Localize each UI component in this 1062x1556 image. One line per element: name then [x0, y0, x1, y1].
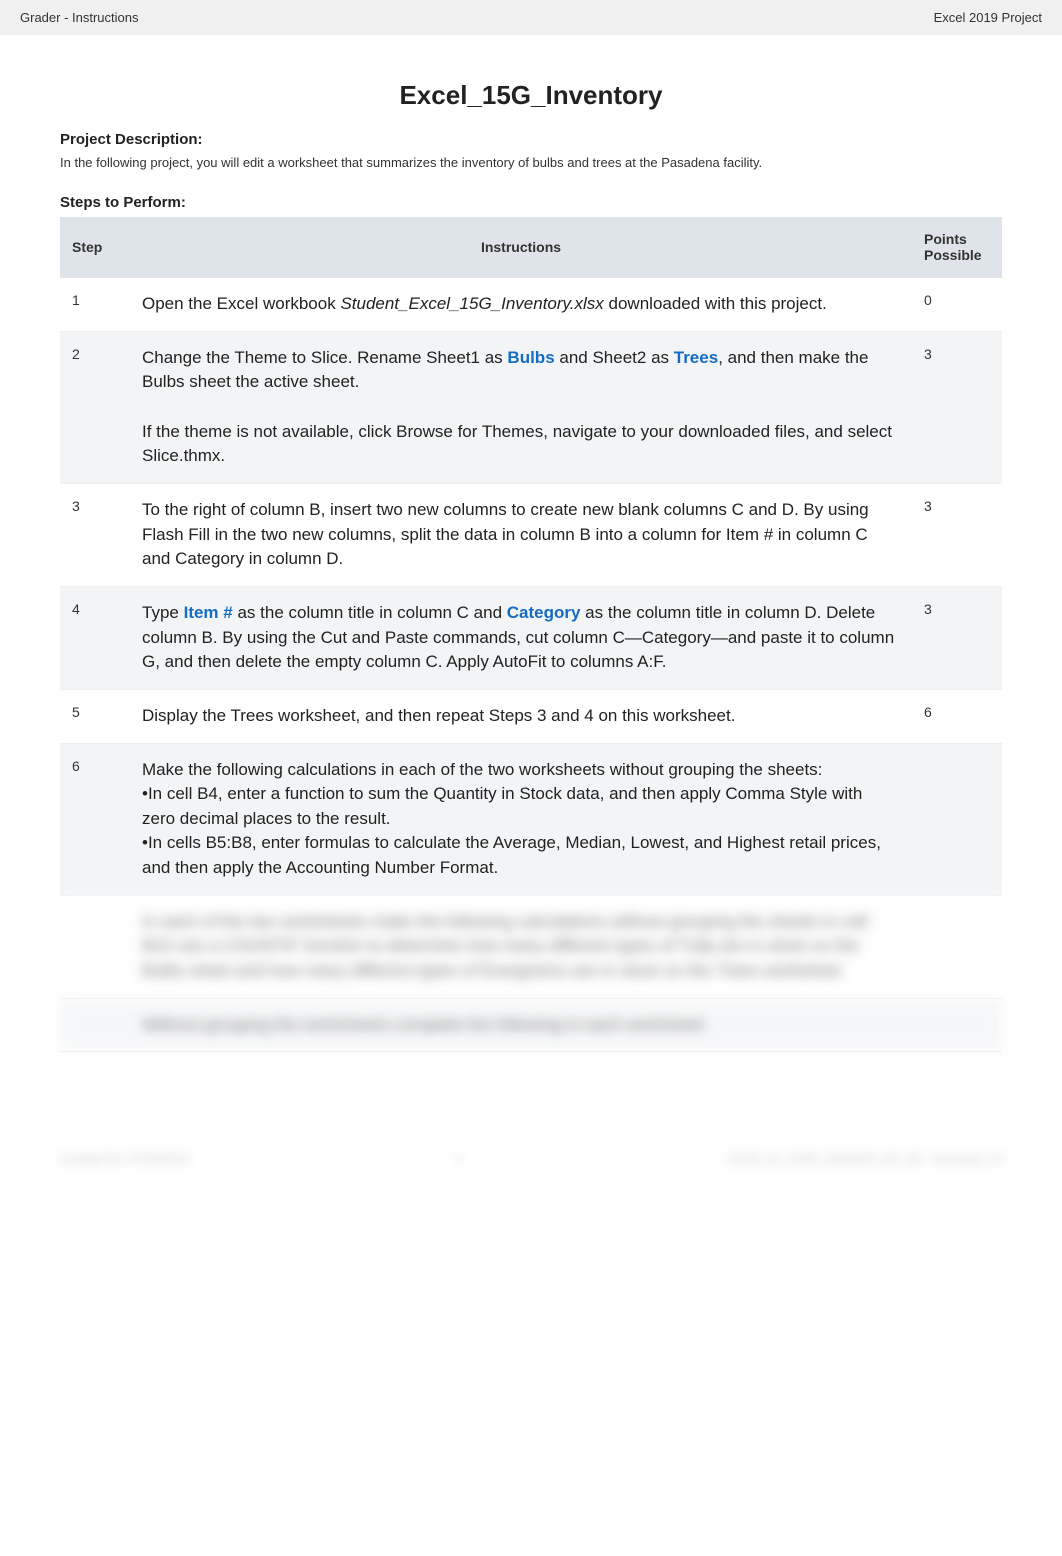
- step-points: [912, 998, 1002, 1052]
- col-header-instructions: Instructions: [130, 217, 912, 278]
- col-header-step: Step: [60, 217, 130, 278]
- project-description-text: In the following project, you will edit …: [60, 154, 1002, 172]
- document-title: Excel_15G_Inventory: [60, 80, 1002, 111]
- step-number: 5: [60, 689, 130, 743]
- step-points: 0: [912, 278, 1002, 332]
- document-content: Excel_15G_Inventory Project Description:…: [0, 35, 1062, 1092]
- table-body: 1Open the Excel workbook Student_Excel_1…: [60, 278, 1002, 1052]
- step-points: 6: [912, 689, 1002, 743]
- step-instructions: To the right of column B, insert two new…: [130, 484, 912, 587]
- step-number: 6: [60, 743, 130, 895]
- steps-to-perform-label: Steps to Perform:: [60, 194, 1002, 211]
- step-points: 3: [912, 331, 1002, 483]
- table-row: 3To the right of column B, insert two ne…: [60, 484, 1002, 587]
- step-number: 1: [60, 278, 130, 332]
- step-instructions: Make the following calculations in each …: [130, 743, 912, 895]
- step-instructions: Without grouping the worksheets complete…: [130, 998, 912, 1052]
- table-row: 2Change the Theme to Slice. Rename Sheet…: [60, 331, 1002, 483]
- table-row: 6Make the following calculations in each…: [60, 743, 1002, 895]
- step-number: [60, 998, 130, 1052]
- step-points: [912, 743, 1002, 895]
- document-footer: Created On: 07/05/2019 1 GO19_XL_CH05_GR…: [0, 1152, 1062, 1196]
- step-instructions: Display the Trees worksheet, and then re…: [130, 689, 912, 743]
- document-page: Grader - Instructions Excel 2019 Project…: [0, 0, 1062, 1556]
- table-row-blurred: In each of the two worksheets make the f…: [60, 895, 1002, 998]
- step-points: [912, 895, 1002, 998]
- step-number: [60, 895, 130, 998]
- document-header: Grader - Instructions Excel 2019 Project: [0, 0, 1062, 35]
- step-points: 3: [912, 484, 1002, 587]
- table-row: 4Type Item # as the column title in colu…: [60, 586, 1002, 689]
- footer-right: GO19_XL_CH05_GRADER_5G_AS - Inventory 1.…: [728, 1152, 1002, 1166]
- project-description-label: Project Description:: [60, 131, 1002, 148]
- step-number: 2: [60, 331, 130, 483]
- step-instructions: Open the Excel workbook Student_Excel_15…: [130, 278, 912, 332]
- footer-center: 1: [455, 1152, 462, 1166]
- header-right: Excel 2019 Project: [934, 10, 1042, 25]
- col-header-points: Points Possible: [912, 217, 1002, 278]
- step-number: 4: [60, 586, 130, 689]
- table-header: Step Instructions Points Possible: [60, 217, 1002, 278]
- step-points: 3: [912, 586, 1002, 689]
- step-instructions: Change the Theme to Slice. Rename Sheet1…: [130, 331, 912, 483]
- header-left: Grader - Instructions: [20, 10, 139, 25]
- table-row-blurred: Without grouping the worksheets complete…: [60, 998, 1002, 1052]
- step-number: 3: [60, 484, 130, 587]
- table-row: 1Open the Excel workbook Student_Excel_1…: [60, 278, 1002, 332]
- table-row: 5Display the Trees worksheet, and then r…: [60, 689, 1002, 743]
- footer-left: Created On: 07/05/2019: [60, 1152, 189, 1166]
- step-instructions: In each of the two worksheets make the f…: [130, 895, 912, 998]
- step-instructions: Type Item # as the column title in colum…: [130, 586, 912, 689]
- steps-table: Step Instructions Points Possible 1Open …: [60, 217, 1002, 1052]
